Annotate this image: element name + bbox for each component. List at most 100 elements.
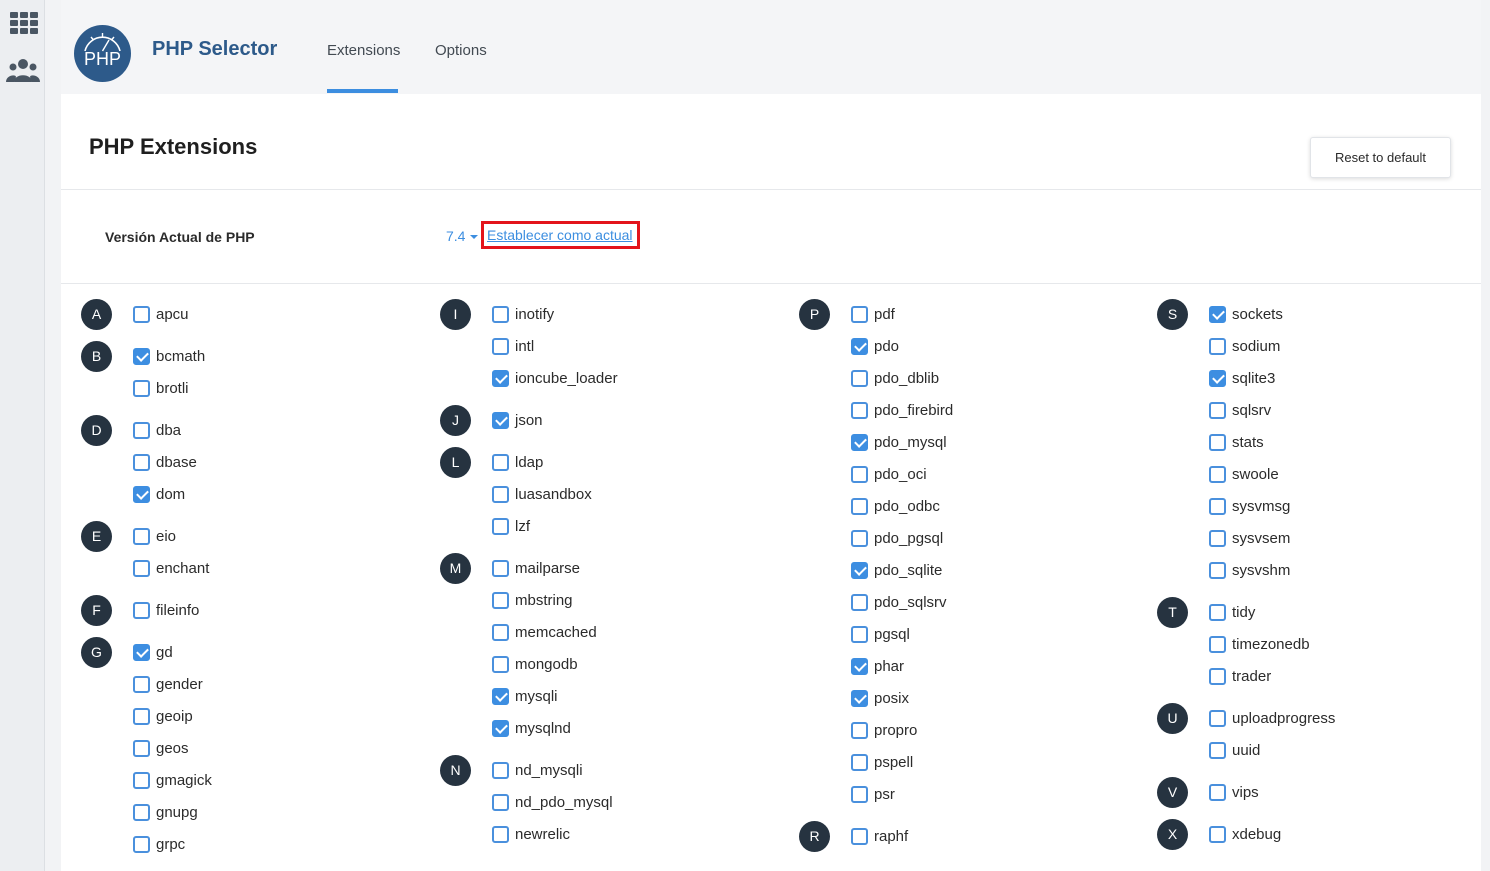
sockets-checkbox[interactable] (1209, 305, 1226, 323)
gnupg-checkbox[interactable] (133, 803, 150, 821)
pdo_oci-checkbox[interactable] (851, 465, 868, 483)
sqlite3-checkbox[interactable] (1209, 369, 1226, 387)
extension-luasandbox[interactable]: luasandbox (492, 484, 592, 504)
sysvshm-checkbox[interactable] (1209, 561, 1226, 579)
nd_mysqli-checkbox[interactable] (492, 761, 509, 779)
extension-memcached[interactable]: memcached (492, 622, 597, 642)
extension-pgsql[interactable]: pgsql (851, 624, 910, 644)
extension-gender[interactable]: gender (133, 674, 203, 694)
extension-gnupg[interactable]: gnupg (133, 802, 198, 822)
php-version-select[interactable]: 7.4 (446, 228, 479, 244)
extension-mysqli[interactable]: mysqli (492, 686, 558, 706)
grpc-checkbox[interactable] (133, 835, 150, 853)
extension-sockets[interactable]: sockets (1209, 304, 1283, 324)
extension-gd[interactable]: gd (133, 642, 173, 662)
extension-pdo_sqlsrv[interactable]: pdo_sqlsrv (851, 592, 947, 612)
set-as-current-link[interactable]: Establecer como actual (481, 221, 640, 249)
extension-sqlsrv[interactable]: sqlsrv (1209, 400, 1271, 420)
sodium-checkbox[interactable] (1209, 337, 1226, 355)
extension-sysvshm[interactable]: sysvshm (1209, 560, 1290, 580)
tab-options[interactable]: Options (435, 42, 487, 59)
propro-checkbox[interactable] (851, 721, 868, 739)
extension-mysqlnd[interactable]: mysqlnd (492, 718, 571, 738)
sysvmsg-checkbox[interactable] (1209, 497, 1226, 515)
extension-timezonedb[interactable]: timezonedb (1209, 634, 1310, 654)
extension-nd_mysqli[interactable]: nd_mysqli (492, 760, 583, 780)
pdo-checkbox[interactable] (851, 337, 868, 355)
extension-pdf[interactable]: pdf (851, 304, 895, 324)
pdo_sqlsrv-checkbox[interactable] (851, 593, 868, 611)
extension-lzf[interactable]: lzf (492, 516, 530, 536)
vips-checkbox[interactable] (1209, 783, 1226, 801)
extension-mailparse[interactable]: mailparse (492, 558, 580, 578)
extension-trader[interactable]: trader (1209, 666, 1271, 686)
pgsql-checkbox[interactable] (851, 625, 868, 643)
tab-extensions[interactable]: Extensions (327, 42, 400, 59)
dbase-checkbox[interactable] (133, 453, 150, 471)
extension-posix[interactable]: posix (851, 688, 909, 708)
extension-inotify[interactable]: inotify (492, 304, 554, 324)
extension-sodium[interactable]: sodium (1209, 336, 1280, 356)
pdf-checkbox[interactable] (851, 305, 868, 323)
fileinfo-checkbox[interactable] (133, 601, 150, 619)
extension-pdo_firebird[interactable]: pdo_firebird (851, 400, 953, 420)
extension-pdo_dblib[interactable]: pdo_dblib (851, 368, 939, 388)
extension-newrelic[interactable]: newrelic (492, 824, 570, 844)
extension-sqlite3[interactable]: sqlite3 (1209, 368, 1275, 388)
stats-checkbox[interactable] (1209, 433, 1226, 451)
extension-xdebug[interactable]: xdebug (1209, 824, 1281, 844)
dom-checkbox[interactable] (133, 485, 150, 503)
extension-vips[interactable]: vips (1209, 782, 1259, 802)
ioncube_loader-checkbox[interactable] (492, 369, 509, 387)
trader-checkbox[interactable] (1209, 667, 1226, 685)
extension-raphf[interactable]: raphf (851, 826, 908, 846)
extension-eio[interactable]: eio (133, 526, 176, 546)
extension-grpc[interactable]: grpc (133, 834, 185, 854)
bcmath-checkbox[interactable] (133, 347, 150, 365)
geoip-checkbox[interactable] (133, 707, 150, 725)
gd-checkbox[interactable] (133, 643, 150, 661)
extension-dom[interactable]: dom (133, 484, 185, 504)
extension-pspell[interactable]: pspell (851, 752, 913, 772)
extension-sysvmsg[interactable]: sysvmsg (1209, 496, 1290, 516)
tidy-checkbox[interactable] (1209, 603, 1226, 621)
extension-stats[interactable]: stats (1209, 432, 1264, 452)
apcu-checkbox[interactable] (133, 305, 150, 323)
extension-uuid[interactable]: uuid (1209, 740, 1260, 760)
dba-checkbox[interactable] (133, 421, 150, 439)
extension-uploadprogress[interactable]: uploadprogress (1209, 708, 1335, 728)
luasandbox-checkbox[interactable] (492, 485, 509, 503)
extension-pdo_sqlite[interactable]: pdo_sqlite (851, 560, 942, 580)
extension-dba[interactable]: dba (133, 420, 181, 440)
extension-pdo_mysql[interactable]: pdo_mysql (851, 432, 947, 452)
extension-swoole[interactable]: swoole (1209, 464, 1279, 484)
extension-propro[interactable]: propro (851, 720, 917, 740)
mbstring-checkbox[interactable] (492, 591, 509, 609)
extension-dbase[interactable]: dbase (133, 452, 197, 472)
timezonedb-checkbox[interactable] (1209, 635, 1226, 653)
pdo_mysql-checkbox[interactable] (851, 433, 868, 451)
gender-checkbox[interactable] (133, 675, 150, 693)
memcached-checkbox[interactable] (492, 623, 509, 641)
reset-to-default-button[interactable]: Reset to default (1310, 137, 1451, 178)
mysqli-checkbox[interactable] (492, 687, 509, 705)
extension-pdo[interactable]: pdo (851, 336, 899, 356)
xdebug-checkbox[interactable] (1209, 825, 1226, 843)
gmagick-checkbox[interactable] (133, 771, 150, 789)
nd_pdo_mysql-checkbox[interactable] (492, 793, 509, 811)
swoole-checkbox[interactable] (1209, 465, 1226, 483)
extension-fileinfo[interactable]: fileinfo (133, 600, 199, 620)
extension-mongodb[interactable]: mongodb (492, 654, 578, 674)
extension-pdo_oci[interactable]: pdo_oci (851, 464, 927, 484)
intl-checkbox[interactable] (492, 337, 509, 355)
extension-brotli[interactable]: brotli (133, 378, 189, 398)
pdo_pgsql-checkbox[interactable] (851, 529, 868, 547)
uuid-checkbox[interactable] (1209, 741, 1226, 759)
extension-pdo_pgsql[interactable]: pdo_pgsql (851, 528, 943, 548)
enchant-checkbox[interactable] (133, 559, 150, 577)
extension-apcu[interactable]: apcu (133, 304, 189, 324)
mysqlnd-checkbox[interactable] (492, 719, 509, 737)
grid-icon[interactable] (6, 8, 40, 38)
pspell-checkbox[interactable] (851, 753, 868, 771)
inotify-checkbox[interactable] (492, 305, 509, 323)
